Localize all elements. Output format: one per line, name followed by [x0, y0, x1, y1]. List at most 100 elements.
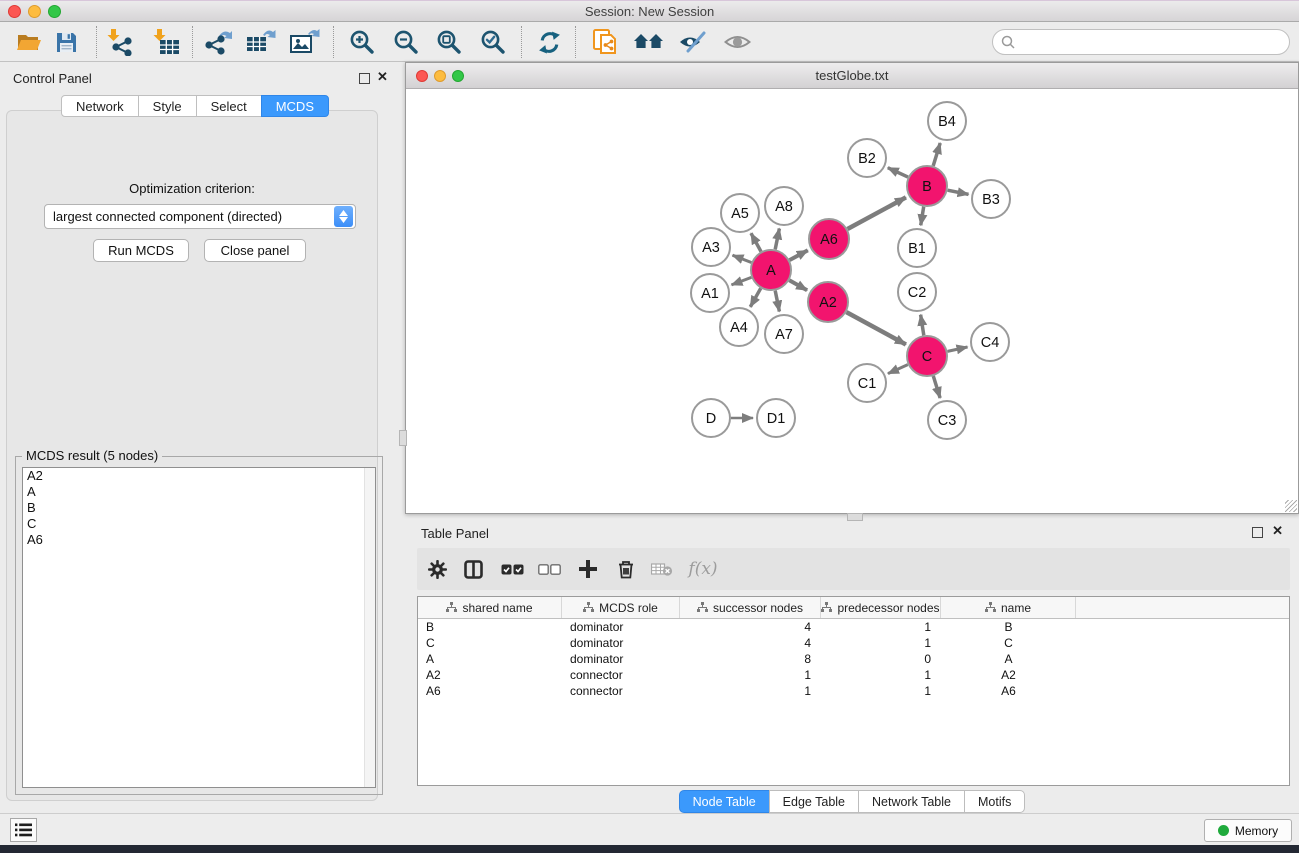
refresh-view-button[interactable] [531, 25, 567, 59]
home-view-button[interactable] [630, 25, 666, 59]
cell-name[interactable]: A2 [941, 667, 1076, 683]
tab-node-table[interactable]: Node Table [679, 790, 770, 813]
export-network-button[interactable] [200, 25, 236, 59]
table-settings-button[interactable] [421, 553, 453, 585]
export-table-button[interactable] [243, 25, 279, 59]
graph-edge-a2-c[interactable] [846, 312, 906, 344]
graph-node-c[interactable]: C [907, 336, 947, 376]
cell-predecessor-nodes[interactable]: 1 [821, 667, 941, 683]
select-all-button[interactable] [496, 553, 528, 585]
cell-shared-name[interactable]: A2 [418, 667, 562, 683]
graph-node-b3[interactable]: B3 [972, 180, 1010, 218]
cell-successor-nodes[interactable]: 4 [680, 635, 821, 651]
clone-network-button[interactable] [587, 25, 623, 59]
cell-successor-nodes[interactable]: 8 [680, 651, 821, 667]
result-scrollbar[interactable] [364, 468, 375, 787]
cell-mcds-role[interactable]: dominator [562, 635, 680, 651]
cell-name[interactable]: B [941, 619, 1076, 635]
import-table-button[interactable] [148, 25, 184, 59]
column-header-mcds-role[interactable]: MCDS role [562, 597, 680, 618]
zoom-window-button[interactable] [48, 5, 61, 18]
table-row[interactable]: Adominator80A [418, 651, 1289, 667]
show-all-button[interactable] [719, 25, 755, 59]
graph-edge-c-c4[interactable] [948, 347, 968, 351]
cell-name[interactable]: C [941, 635, 1076, 651]
network-zoom-button[interactable] [452, 70, 464, 82]
table-row[interactable]: Bdominator41B [418, 619, 1289, 635]
graph-node-c4[interactable]: C4 [971, 323, 1009, 361]
cell-successor-nodes[interactable]: 1 [680, 667, 821, 683]
graph-node-b4[interactable]: B4 [928, 102, 966, 140]
column-header-successor-nodes[interactable]: successor nodes [680, 597, 821, 618]
graph-edge-c-c3[interactable] [933, 376, 940, 398]
result-item[interactable]: C [23, 516, 375, 532]
graph-node-b1[interactable]: B1 [898, 229, 936, 267]
split-handle-vertical[interactable] [399, 430, 407, 446]
network-canvas[interactable]: B4B2BB3A5A8A6A3B1AA1C2A2A4A7C4CC1C3DD1 [406, 89, 1298, 513]
graph-node-c3[interactable]: C3 [928, 401, 966, 439]
tab-motifs[interactable]: Motifs [964, 790, 1025, 813]
tab-mcds[interactable]: MCDS [261, 95, 329, 117]
close-window-button[interactable] [8, 5, 21, 18]
graph-node-b[interactable]: B [907, 166, 947, 206]
close-panel-icon[interactable]: ✕ [377, 70, 388, 84]
graph-node-c2[interactable]: C2 [898, 273, 936, 311]
graph-node-d[interactable]: D [692, 399, 730, 437]
cell-predecessor-nodes[interactable]: 1 [821, 635, 941, 651]
graph-node-a4[interactable]: A4 [720, 308, 758, 346]
open-session-button[interactable] [11, 25, 47, 59]
cell-name[interactable]: A6 [941, 683, 1076, 699]
graph-edge-b-b3[interactable] [948, 190, 969, 194]
graph-edge-a-a7[interactable] [775, 291, 779, 312]
graph-node-b2[interactable]: B2 [848, 139, 886, 177]
cell-mcds-role[interactable]: connector [562, 683, 680, 699]
zoom-fit-button[interactable] [431, 25, 467, 59]
hide-selected-button[interactable] [674, 25, 710, 59]
graph-edge-a-a2[interactable] [789, 280, 807, 290]
cell-shared-name[interactable]: A6 [418, 683, 562, 699]
graph-edge-a-a1[interactable] [732, 277, 752, 285]
graph-edge-b-b2[interactable] [888, 168, 908, 177]
graph-node-a2[interactable]: A2 [808, 282, 848, 322]
function-builder-button[interactable]: f(x) [681, 553, 725, 585]
criterion-dropdown[interactable]: largest connected component (directed) [44, 204, 356, 229]
table-row[interactable]: A2connector11A2 [418, 667, 1289, 683]
show-columns-button[interactable] [457, 553, 489, 585]
graph-edge-a-a3[interactable] [733, 255, 752, 262]
cell-shared-name[interactable]: C [418, 635, 562, 651]
result-item[interactable]: A [23, 484, 375, 500]
cell-name[interactable]: A [941, 651, 1076, 667]
column-header-predecessor-nodes[interactable]: predecessor nodes [821, 597, 941, 618]
cell-shared-name[interactable]: A [418, 651, 562, 667]
result-item[interactable]: A6 [23, 532, 375, 548]
tab-network[interactable]: Network [61, 95, 139, 117]
graph-edge-a-a5[interactable] [751, 233, 761, 251]
graph-node-a[interactable]: A [751, 250, 791, 290]
float-table-panel-icon[interactable] [1252, 527, 1263, 538]
zoom-out-button[interactable] [388, 25, 424, 59]
float-panel-icon[interactable] [359, 73, 370, 84]
minimize-window-button[interactable] [28, 5, 41, 18]
create-column-button[interactable] [572, 553, 604, 585]
graph-node-a1[interactable]: A1 [691, 274, 729, 312]
graph-node-a5[interactable]: A5 [721, 194, 759, 232]
run-mcds-button[interactable]: Run MCDS [93, 239, 189, 262]
network-minimize-button[interactable] [434, 70, 446, 82]
export-image-button[interactable] [287, 25, 323, 59]
cell-mcds-role[interactable]: connector [562, 667, 680, 683]
graph-node-a7[interactable]: A7 [765, 315, 803, 353]
tab-network-table[interactable]: Network Table [858, 790, 965, 813]
graph-edge-b-b1[interactable] [921, 207, 924, 226]
cell-predecessor-nodes[interactable]: 1 [821, 683, 941, 699]
table-row[interactable]: Cdominator41C [418, 635, 1289, 651]
save-session-button[interactable] [48, 25, 84, 59]
cell-shared-name[interactable]: B [418, 619, 562, 635]
tab-edge-table[interactable]: Edge Table [769, 790, 859, 813]
zoom-in-button[interactable] [344, 25, 380, 59]
search-input[interactable] [1020, 32, 1289, 52]
close-panel-button[interactable]: Close panel [204, 239, 306, 262]
task-history-button[interactable] [10, 818, 37, 842]
graph-edge-b-b4[interactable] [933, 143, 940, 166]
result-item[interactable]: A2 [23, 468, 375, 484]
cell-successor-nodes[interactable]: 4 [680, 619, 821, 635]
